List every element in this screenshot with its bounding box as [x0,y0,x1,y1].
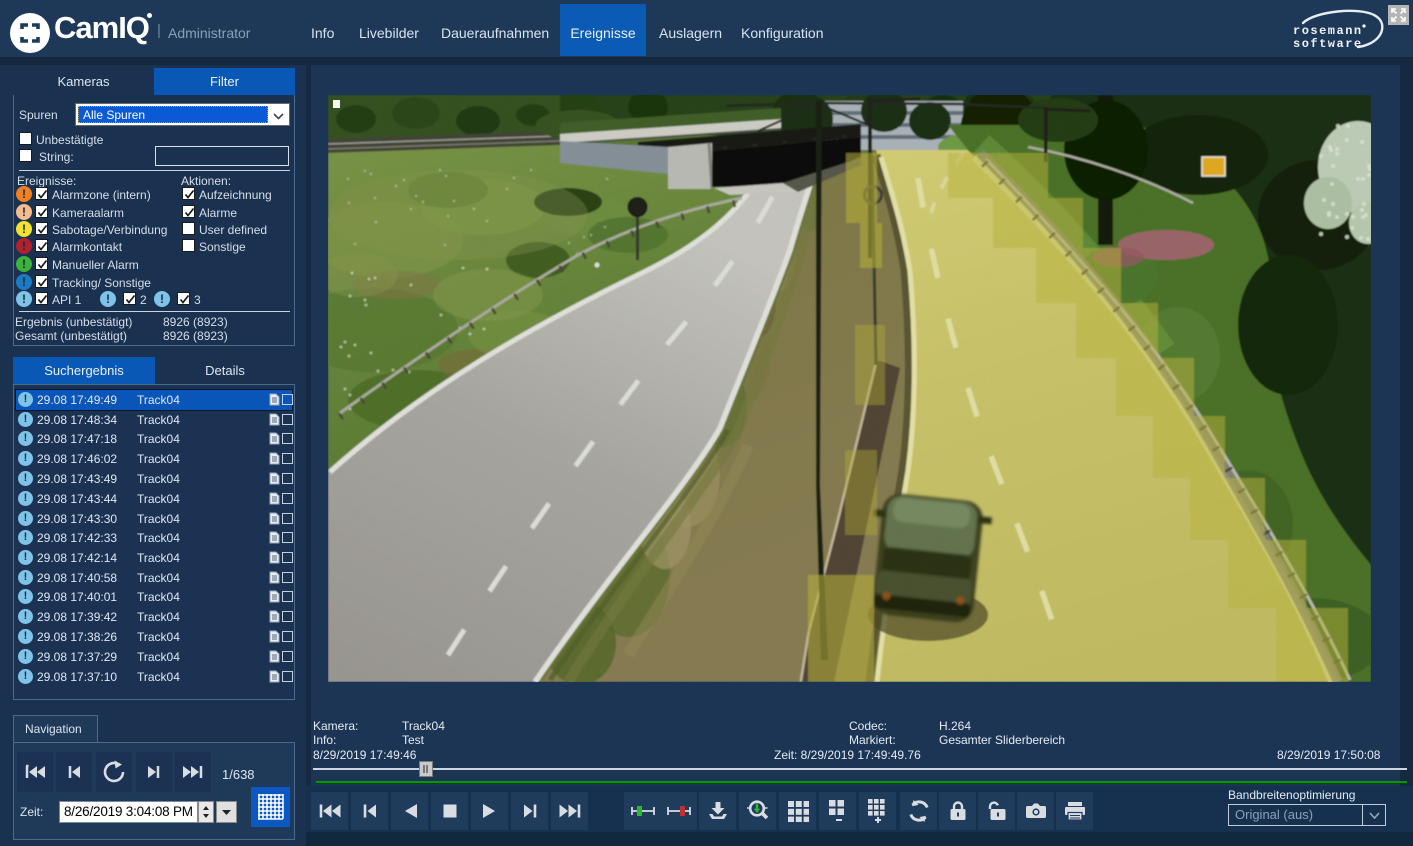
svg-text:rosemann: rosemann [1293,24,1363,38]
svg-text:software: software [1293,37,1363,51]
